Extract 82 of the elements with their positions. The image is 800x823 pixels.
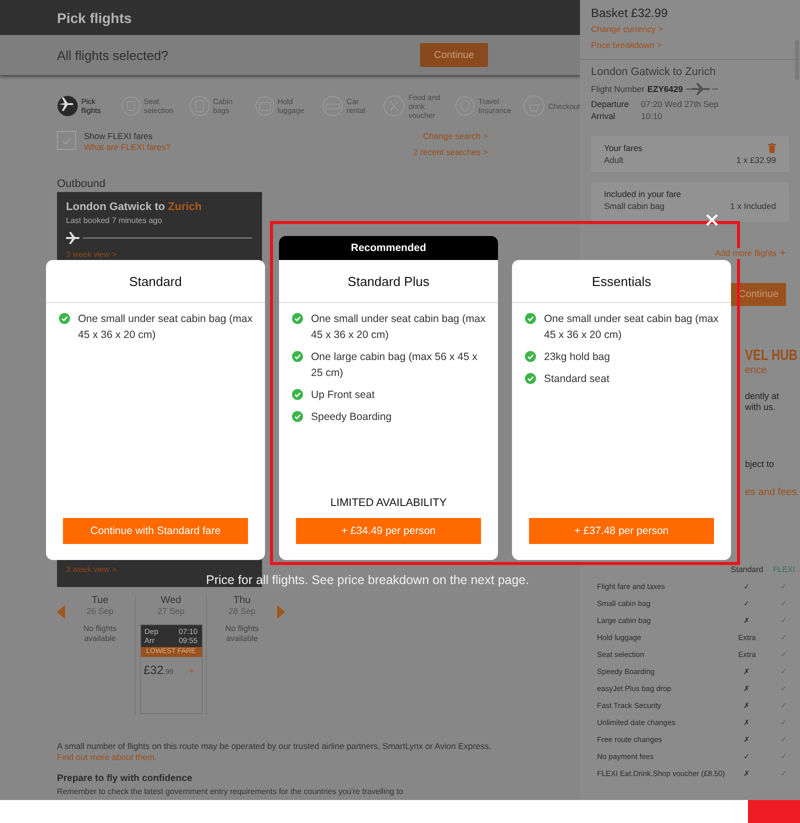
column-header: FLEXI [772,564,796,576]
select-fare-button[interactable]: + £37.48 per person [529,518,714,544]
promo-link[interactable]: es and fees. [745,486,800,499]
time-text: 10:10 [641,110,664,122]
time-label: Arrival [591,110,616,122]
add-text[interactable]: + [189,666,194,676]
check-icon [59,313,70,324]
basket-link[interactable]: Price breakdown > [591,37,789,53]
feature-text: One small under seat cabin bag (max 45 x 36 x 20 cm) [544,312,719,343]
panel-title: Included in your fare [604,188,682,200]
day-name: Thu [233,595,251,606]
next-arrow-icon[interactable] [277,605,285,619]
check-icon [525,373,536,384]
plane-icon[interactable] [57,95,78,117]
search-link[interactable]: Change search > [423,131,488,142]
promo-text: bject to [745,459,774,470]
week-view-link[interactable]: 3 week view > [66,250,253,259]
passenger-text: Adult [604,154,624,166]
amount-text: 1 x Included [730,200,776,212]
check-icon [292,313,303,324]
trash-icon[interactable] [768,143,776,153]
week-view-link[interactable]: 3 week view > [66,565,253,574]
feature-text: One large cabin bag (max 56 x 45 x 25 cm) [311,350,478,381]
continue-button[interactable]: Continue [420,43,488,67]
basket-total: Basket £32.99 [591,5,669,21]
checkbox-label: Show FLEXI fares [84,131,154,142]
last-booked-text: Last booked 7 minutes ago [66,216,164,225]
panel-title: Your fares [604,142,644,154]
feature-text: Standard seat [544,372,610,387]
section-heading: Outbound [57,178,106,190]
search-link[interactable]: 2 recent searches > [413,147,488,158]
check-icon [525,351,536,362]
flexi-checkbox[interactable] [57,131,76,150]
destination-text: Zurich [168,201,202,213]
price-text: £32 [144,663,164,677]
check-icon [292,411,303,422]
fare-title: Standard [46,260,265,303]
day-name: Wed [160,595,182,606]
no-flights-text: No flights available [224,624,260,644]
close-icon[interactable] [706,214,718,226]
day-name: Tue [92,595,108,606]
check-icon [525,313,536,324]
fare-title: Essentials [512,260,731,303]
no-flights-text: No flights available [82,624,118,644]
plus-text[interactable]: + [780,247,786,259]
amount-text: 1 x £32.99 [736,154,776,166]
feature-text: Speedy Boarding [311,410,392,425]
basket-link[interactable]: Change currency > [591,21,789,37]
add-flights-link[interactable]: Add more flights [715,248,777,258]
fare-title: Standard Plus [279,260,498,303]
feature-text: Up Front seat [311,388,375,403]
info-link[interactable]: What are FLEXI fares? [84,142,170,153]
notice-text: A small number of flights on this route may be operated by our trusted airline partners, SmartLynx or Avion Express. Find out more about them. [57,741,492,763]
column-header: Standard [730,564,764,576]
route-title: London Gatwick to [66,201,165,213]
section-heading: Prepare to fly with confidence [57,773,194,784]
check-icon [292,389,303,400]
route-title: London Gatwick to Zurich [591,66,717,78]
time-label: Departure [591,98,630,110]
feature-text: One small under seat cabin bag (max 45 x 36 x 20 cm) [311,312,486,343]
plane-icon [686,83,718,95]
page-title: Pick flights [57,10,132,26]
promo-heading: VEL HUB [745,348,798,364]
promo-text: dently at [745,391,780,402]
included-item: Small cabin bag [604,200,666,212]
flight-label: Flight Number [591,84,644,94]
check-icon [292,351,303,362]
body-text: Remember to check the latest government entry requirements for the countries you're travelling to [57,787,404,797]
select-fare-button[interactable]: Continue with Standard fare [63,518,248,544]
feature-text: 23kg hold bag [544,350,610,365]
prompt-text: All flights selected? [57,48,168,62]
info-link[interactable]: Find out more about them. [57,752,157,762]
footer-block [748,800,800,823]
time-text: 07:20 Wed 27th Sep [641,98,720,110]
availability-text: LIMITED AVAILABILITY [329,497,448,509]
feature-text: One small under seat cabin bag (max 45 x 36 x 20 cm) [78,312,253,343]
promo-text: with us. [745,402,776,413]
flight-number: EZY6429 [647,84,683,94]
previous-arrow-icon[interactable] [57,605,65,619]
promo-link[interactable]: ence [745,364,767,377]
select-fare-button[interactable]: + £34.49 per person [296,518,481,544]
recommended-banner: Recommended [279,236,498,260]
